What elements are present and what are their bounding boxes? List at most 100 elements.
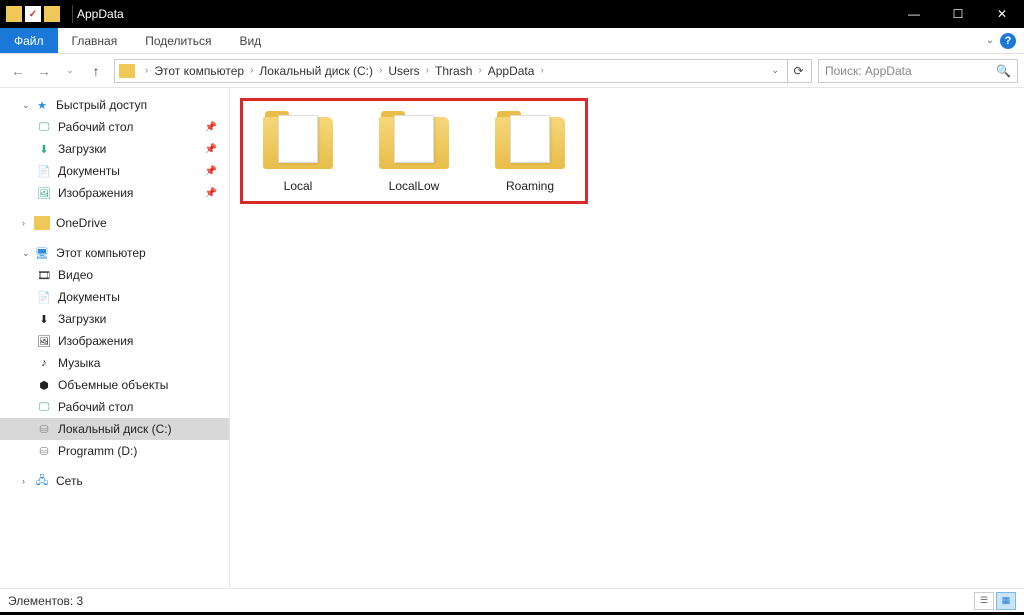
- sidebar-item-label: Этот компьютер: [56, 246, 146, 260]
- address-bar[interactable]: › Этот компьютер › Локальный диск (C:) ›…: [114, 59, 812, 83]
- sidebar-item-label: Локальный диск (C:): [58, 422, 172, 436]
- chevron-right-icon[interactable]: ›: [536, 65, 547, 76]
- tab-view[interactable]: Вид: [225, 28, 275, 53]
- breadcrumb-segment[interactable]: Users: [386, 64, 421, 78]
- downloads-icon: ⬇: [36, 142, 52, 156]
- sidebar-network[interactable]: › 🖧 Сеть: [0, 470, 229, 492]
- status-bar: Элементов: 3 ☰ ▦: [0, 588, 1024, 612]
- onedrive-icon: [34, 216, 50, 230]
- maximize-button[interactable]: ☐: [936, 0, 980, 28]
- chevron-right-icon[interactable]: ›: [422, 65, 433, 76]
- nav-up-button[interactable]: ↑: [84, 59, 108, 83]
- network-icon: 🖧: [34, 474, 50, 488]
- documents-icon: 📄: [36, 290, 52, 304]
- folder-locallow[interactable]: LocalLow: [369, 109, 459, 193]
- sidebar-item-label: Объемные объекты: [58, 378, 168, 392]
- window-controls: — ☐ ✕: [892, 0, 1024, 28]
- breadcrumb-segment[interactable]: Локальный диск (C:): [257, 64, 375, 78]
- sidebar-item-music[interactable]: ♪ Музыка: [0, 352, 229, 374]
- sidebar-item-label: Видео: [58, 268, 93, 282]
- properties-icon[interactable]: ✓: [25, 6, 41, 22]
- sidebar-item-downloads[interactable]: ⬇ Загрузки: [0, 308, 229, 330]
- sidebar-onedrive[interactable]: › OneDrive: [0, 212, 229, 234]
- ribbon-right: ⌄ ?: [986, 28, 1024, 53]
- desktop-icon: 🖵: [36, 120, 52, 134]
- content-pane[interactable]: Local LocalLow Roaming: [230, 88, 1024, 588]
- pin-icon: 📌: [205, 122, 217, 133]
- nav-back-button[interactable]: ←: [6, 59, 30, 83]
- address-folder-icon: [119, 64, 135, 78]
- chevron-right-icon[interactable]: ›: [22, 218, 32, 228]
- chevron-down-icon[interactable]: ⌄: [22, 100, 32, 111]
- desktop-icon: 🖵: [36, 400, 52, 414]
- tab-home[interactable]: Главная: [58, 28, 132, 53]
- address-history-dropdown[interactable]: ⌄: [767, 65, 783, 76]
- documents-icon: 📄: [36, 164, 52, 178]
- sidebar-quick-access[interactable]: ⌄ ★ Быстрый доступ: [0, 94, 229, 116]
- close-button[interactable]: ✕: [980, 0, 1024, 28]
- minimize-button[interactable]: —: [892, 0, 936, 28]
- folder-icon: [260, 109, 336, 173]
- chevron-right-icon[interactable]: ›: [141, 65, 152, 76]
- search-input[interactable]: Поиск: AppData 🔍: [818, 59, 1018, 83]
- sidebar-item-desktop[interactable]: 🖵 Рабочий стол: [0, 396, 229, 418]
- view-switcher: ☰ ▦: [974, 592, 1016, 610]
- breadcrumb-segment[interactable]: Thrash: [433, 64, 474, 78]
- view-large-icons-button[interactable]: ▦: [996, 592, 1016, 610]
- sidebar-item-label: Изображения: [58, 186, 133, 200]
- pin-icon: 📌: [205, 166, 217, 177]
- chevron-right-icon[interactable]: ›: [474, 65, 485, 76]
- folder-icon: [6, 6, 22, 22]
- star-icon: ★: [34, 98, 50, 112]
- sidebar-item-label: Изображения: [58, 334, 133, 348]
- downloads-icon: ⬇: [36, 312, 52, 326]
- music-icon: ♪: [36, 356, 52, 370]
- sidebar-item-label: Рабочий стол: [58, 400, 133, 414]
- folder-local[interactable]: Local: [253, 109, 343, 193]
- divider: [72, 5, 73, 23]
- ribbon-expand-icon[interactable]: ⌄: [986, 35, 994, 46]
- nav-recent-dropdown[interactable]: ⌄: [58, 59, 82, 83]
- sidebar-item-label: Быстрый доступ: [56, 98, 147, 112]
- 3d-icon: ⬢: [36, 378, 52, 392]
- folder-label: LocalLow: [389, 179, 440, 193]
- view-details-button[interactable]: ☰: [974, 592, 994, 610]
- search-placeholder: Поиск: AppData: [825, 64, 912, 78]
- navigation-pane: ⌄ ★ Быстрый доступ 🖵 Рабочий стол 📌 ⬇ За…: [0, 88, 230, 588]
- chevron-right-icon[interactable]: ›: [246, 65, 257, 76]
- sidebar-item-desktop[interactable]: 🖵 Рабочий стол 📌: [0, 116, 229, 138]
- disk-icon: ⛁: [36, 422, 52, 436]
- sidebar-this-pc[interactable]: ⌄ 🖥 Этот компьютер: [0, 242, 229, 264]
- sidebar-item-pictures[interactable]: 🖼 Изображения: [0, 330, 229, 352]
- tab-share[interactable]: Поделиться: [131, 28, 225, 53]
- chevron-right-icon[interactable]: ›: [22, 476, 32, 486]
- chevron-right-icon[interactable]: ›: [375, 65, 386, 76]
- folder-icon: [492, 109, 568, 173]
- sidebar-item-disk-d[interactable]: ⛁ Programm (D:): [0, 440, 229, 462]
- sidebar-item-documents[interactable]: 📄 Документы: [0, 286, 229, 308]
- breadcrumb-segment[interactable]: AppData: [486, 64, 537, 78]
- address-right: ⌄ ⟳: [767, 60, 811, 82]
- disk-icon: ⛁: [36, 444, 52, 458]
- sidebar-item-videos[interactable]: 🎞 Видео: [0, 264, 229, 286]
- sidebar-item-3d-objects[interactable]: ⬢ Объемные объекты: [0, 374, 229, 396]
- new-folder-icon[interactable]: [44, 6, 60, 22]
- sidebar-item-label: Загрузки: [58, 312, 106, 326]
- sidebar-item-pictures[interactable]: 🖼 Изображения 📌: [0, 182, 229, 204]
- breadcrumb-segment[interactable]: Этот компьютер: [152, 64, 246, 78]
- sidebar-item-label: Programm (D:): [58, 444, 137, 458]
- sidebar-item-local-disk-c[interactable]: ⛁ Локальный диск (C:): [0, 418, 229, 440]
- refresh-button[interactable]: ⟳: [787, 60, 809, 82]
- sidebar-item-label: Документы: [58, 290, 120, 304]
- sidebar-item-downloads[interactable]: ⬇ Загрузки 📌: [0, 138, 229, 160]
- chevron-down-icon[interactable]: ⌄: [22, 248, 32, 259]
- pictures-icon: 🖼: [36, 334, 52, 348]
- folder-roaming[interactable]: Roaming: [485, 109, 575, 193]
- sidebar-item-label: Документы: [58, 164, 120, 178]
- main-area: ⌄ ★ Быстрый доступ 🖵 Рабочий стол 📌 ⬇ За…: [0, 88, 1024, 588]
- folder-label: Local: [284, 179, 313, 193]
- nav-forward-button[interactable]: →: [32, 59, 56, 83]
- help-icon[interactable]: ?: [1000, 33, 1016, 49]
- file-tab[interactable]: Файл: [0, 28, 58, 53]
- sidebar-item-documents[interactable]: 📄 Документы 📌: [0, 160, 229, 182]
